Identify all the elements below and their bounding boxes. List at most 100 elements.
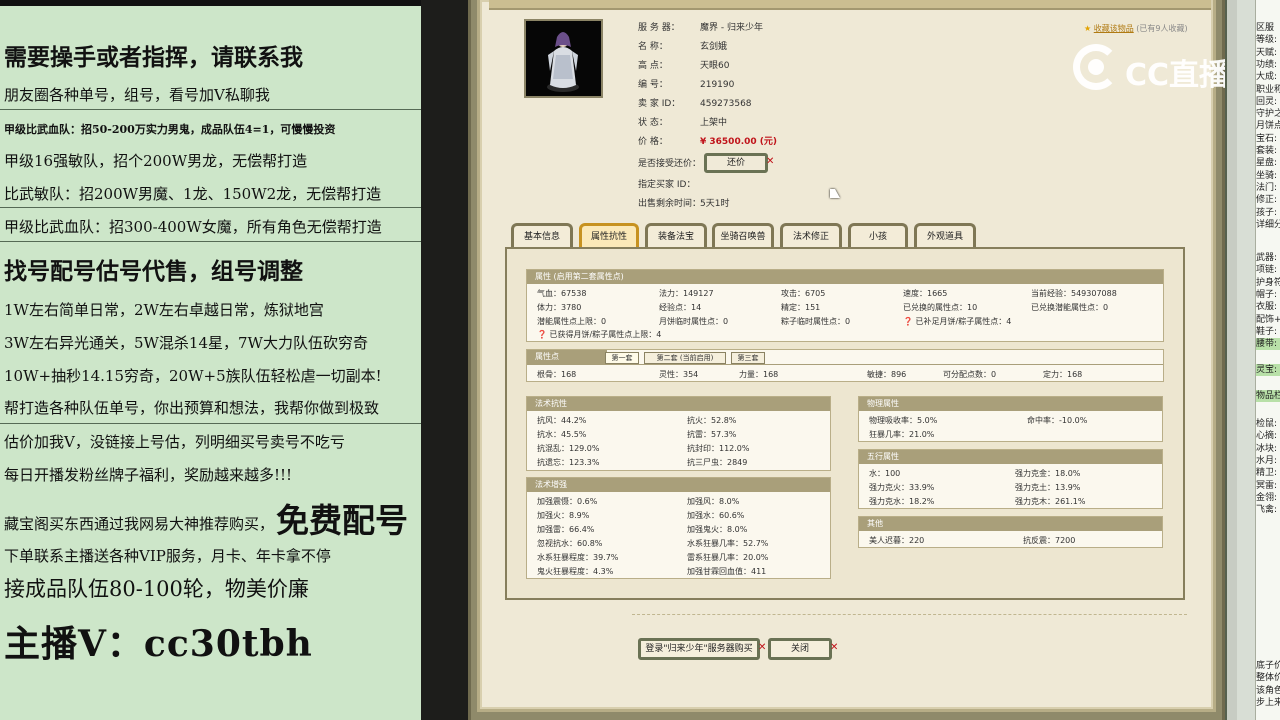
panel-line: 估价加我V，没链接上号估，列明细买号卖号不吃亏 — [4, 433, 345, 451]
note-item: 职业称 — [1256, 84, 1280, 95]
resist-cell: 抗水：45.5% — [537, 430, 587, 439]
subtab-set-3[interactable]: 第三套 — [731, 352, 765, 364]
favorite-link[interactable]: ★ 收藏该物品 (已有9人收藏) — [1084, 23, 1188, 34]
tab-mounts-pets[interactable]: 坐骑召唤兽 — [712, 223, 774, 248]
close-button[interactable]: 关闭 — [768, 638, 832, 660]
tab-spell-mods[interactable]: 法术修正 — [780, 223, 842, 248]
note-item: 大成: — [1256, 72, 1278, 83]
note-item: 腰带: — [1256, 338, 1280, 351]
panel-line: 朋友圈各种单号，组号，看号加V私聊我 — [4, 86, 270, 104]
five-cell: 强力克火：33.9% — [869, 483, 935, 492]
streamer-info-panel: 需要操手或者指挥，请联系我 朋友圈各种单号，组号，看号加V私聊我 甲级比武血队：… — [0, 0, 421, 720]
strip-column — [1227, 0, 1237, 720]
attr-cell: 已兑换潜能属性点：0 — [1031, 303, 1109, 312]
attr-cell: 体力：3780 — [537, 303, 582, 312]
point-cell: 敏捷：896 — [867, 370, 907, 379]
attr-cell: 攻击：6705 — [781, 289, 826, 298]
attr-cell: 精定：151 — [781, 303, 821, 312]
physical-cell: 物理吸收率：5.0% — [869, 416, 938, 425]
tab-appearance[interactable]: 外观道具 — [914, 223, 976, 248]
note-item: 回灵: — [1256, 96, 1278, 107]
panel-line: 1W左右简单日常，2W左右卓越日常，炼狱地宫 — [4, 301, 324, 319]
note-item: 冰块: — [1256, 443, 1278, 454]
note-item: 步上来 — [1256, 697, 1280, 708]
login-server-buy-button[interactable]: 登录"归来少年"服务器购买 — [638, 638, 760, 660]
free-match-text: 免费配号 — [276, 501, 408, 540]
enhance-cell: 加强鬼火：8.0% — [687, 525, 748, 534]
points-box: 属性点 第一套 第二套 (当前启用) 第三套 根骨：168 灵性：354 力量：… — [526, 349, 1164, 382]
resist-cell: 抗混乱：129.0% — [537, 444, 600, 453]
panel-line: 需要操手或者指挥，请联系我 — [4, 44, 303, 71]
attributes-box: 属性 (启用第二套属性点) 气血：67538 法力：149127 攻击：6705… — [526, 269, 1164, 342]
panel-line: 比武敏队：招200W男魔、1龙、150W2龙，无偿帮打造 — [4, 185, 382, 203]
tab-basic-info[interactable]: 基本信息 — [511, 223, 573, 248]
attr-cell: 法力：149127 — [659, 289, 714, 298]
enhance-cell: 加强雷：66.4% — [537, 525, 595, 534]
panel-line: 每日开播发粉丝牌子福利，奖励越来越多!!! — [4, 466, 293, 484]
cc-logo-dot — [1088, 59, 1104, 75]
mouse-cursor-icon — [830, 189, 840, 198]
tab-equipment[interactable]: 装备法宝 — [645, 223, 707, 248]
info-remaining-time: 出售剩余时间：5天1时 — [638, 199, 730, 209]
note-item: 区服 — [1256, 23, 1275, 33]
dashed-divider — [632, 614, 1187, 615]
attr-cell: 气血：67538 — [537, 289, 587, 298]
note-item: 天赋: — [1256, 47, 1278, 58]
tab-child[interactable]: 小孩 — [848, 223, 908, 248]
cc-live-logo: CC直播 — [1073, 44, 1243, 94]
spell-enhance-header: 法术增强 — [527, 478, 830, 492]
logo-text: CC直播 — [1125, 58, 1230, 93]
note-item: 功绩: — [1256, 59, 1278, 70]
five-cell: 强力克水：18.2% — [869, 497, 935, 506]
other-cell: 抗反震：7200 — [1023, 536, 1076, 545]
subtab-set-2[interactable]: 第二套 (当前启用) — [644, 352, 726, 364]
note-item: 底子价 — [1256, 661, 1280, 671]
info-status: 状 态： 上架中 — [638, 118, 728, 128]
right-notes-strip: 区服 等级: 天赋: 功绩: 大成: 职业称 回灵: 守护之 月饼点 宝石: 套装: 星盘: 坐骑: 法门… — [1225, 0, 1280, 720]
other-cell: 美人迟暮：220 — [869, 536, 925, 545]
info-name: 名 称： 玄剑娥 — [638, 42, 728, 52]
attr-cell: 月饼临时属性点：0 — [659, 317, 729, 326]
info-accept-counter: 是否接受还价： — [638, 159, 702, 169]
attr-cell: 潜能属性点上限：0 — [537, 317, 607, 326]
attr-cell: 已兑换的属性点：10 — [903, 303, 978, 312]
divider — [0, 423, 421, 424]
frame-top-bar — [489, 0, 1211, 10]
subtab-set-1[interactable]: 第一套 — [605, 352, 639, 364]
info-id: 编 号： 219190 — [638, 80, 735, 90]
note-item: 冥雷: — [1256, 480, 1278, 491]
note-item: 精卫: — [1256, 468, 1278, 479]
physical-box: 物理属性 物理吸收率：5.0% 命中率：-10.0% 狂暴几率：21.0% — [858, 396, 1163, 442]
info-price: 价 格： ¥ 36500.00 (元) — [638, 137, 778, 147]
attr-cell: 经验点：14 — [659, 303, 702, 312]
counter-offer-button[interactable]: 还价 — [704, 153, 768, 173]
note-item: 灵宝: — [1256, 364, 1280, 377]
enhance-cell: 加强甘霖回血值：411 — [687, 567, 767, 576]
enhance-cell: 雷系狂暴几率：20.0% — [687, 553, 769, 562]
attr-cell: 当前经验：549307088 — [1031, 289, 1117, 298]
five-cell: 强力克金：18.0% — [1015, 469, 1081, 478]
panel-line: 下单联系主播送各种VIP服务，月卡、年卡拿不停 — [4, 547, 331, 565]
tab-attributes[interactable]: 属性抗性 — [579, 223, 639, 248]
spell-resist-header: 法术抗性 — [527, 397, 830, 411]
close-icon: ✕ — [830, 642, 839, 653]
points-header: 属性点 — [527, 350, 607, 364]
attr-cell: ❓ 已补足月饼/粽子属性点：4 — [903, 317, 1012, 326]
resist-cell: 抗遗忘：123.3% — [537, 458, 600, 467]
character-avatar — [524, 19, 603, 98]
note-item: 项链: — [1256, 265, 1278, 276]
enhance-cell: 鬼火狂暴程度：4.3% — [537, 567, 614, 576]
panel-line: 3W左右异光通关，5W混杀14星，7W大力队伍砍穷奇 — [4, 334, 368, 352]
note-item: 星盘: — [1256, 158, 1278, 169]
dark-gap — [421, 0, 470, 720]
divider — [0, 207, 421, 208]
attr-cell: 速度：1665 — [903, 289, 948, 298]
point-cell: 力量：168 — [739, 370, 779, 379]
note-item: 修正: — [1256, 195, 1278, 206]
note-item: 心摘: — [1256, 431, 1278, 442]
note-item: 套装: — [1256, 146, 1278, 156]
attr-cell: ❓ 已获得月饼/粽子属性点上限：4 — [537, 330, 662, 339]
note-item: 配饰+ — [1256, 314, 1280, 325]
spell-resist-box: 法术抗性 抗风：44.2% 抗火：52.8% 抗水：45.5% 抗雷：57.3%… — [526, 396, 831, 471]
info-buyer-id: 指定买家 ID： — [638, 180, 696, 190]
